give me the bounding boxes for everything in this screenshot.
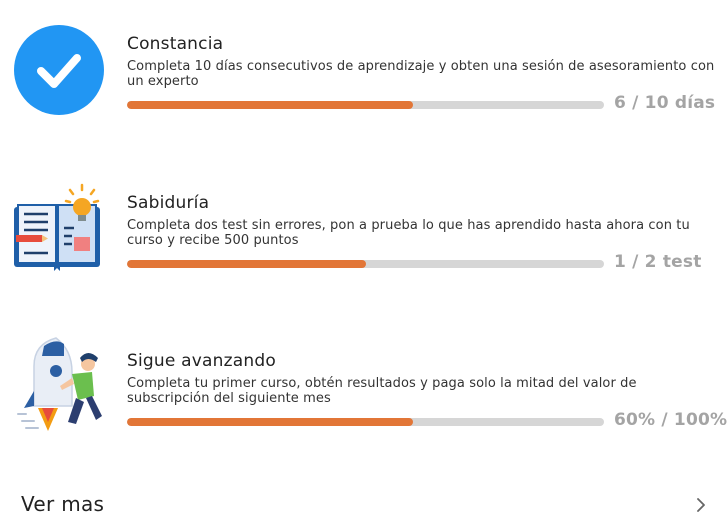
achievement-progress: 1 / 2 test [127,252,719,274]
progress-fill [127,418,414,426]
achievement-title: Sigue avanzando [127,351,276,371]
progress-count: 6 / 10 días [614,93,716,113]
achievement-title: Constancia [127,34,224,54]
achievement-description: Completa tu primer curso, obtén resultad… [127,376,637,406]
progress-fill [127,101,414,109]
rocket-person-icon [12,336,106,436]
achievement-description: Completa 10 días consecutivos de aprendi… [127,59,715,89]
achievement-progress: 6 / 10 días [127,93,719,115]
achievement-card-constancia: Constancia Completa 10 días consecutivos… [0,22,727,152]
progress-count: 60% / 100% [614,410,727,430]
achievement-title: Sabiduría [127,193,210,213]
achievement-card-sigue-avanzando: Sigue avanzando Completa tu primer curso… [0,336,727,469]
progress-fill [127,260,366,268]
see-more-link[interactable]: Ver mas [21,492,104,516]
see-more-row[interactable]: Ver mas [0,488,727,524]
progress-track [127,260,604,268]
book-lightbulb-icon [12,181,106,275]
progress-track [127,418,604,426]
progress-count: 1 / 2 test [614,252,702,272]
achievement-card-sabiduria: Sabiduría Completa dos test sin errores,… [0,181,727,311]
progress-track [127,101,604,109]
check-circle-icon [13,24,105,116]
achievement-progress: 60% / 100% [127,410,727,432]
chevron-right-icon[interactable] [693,496,709,514]
achievement-description: Completa dos test sin errores, pon a pru… [127,218,690,248]
